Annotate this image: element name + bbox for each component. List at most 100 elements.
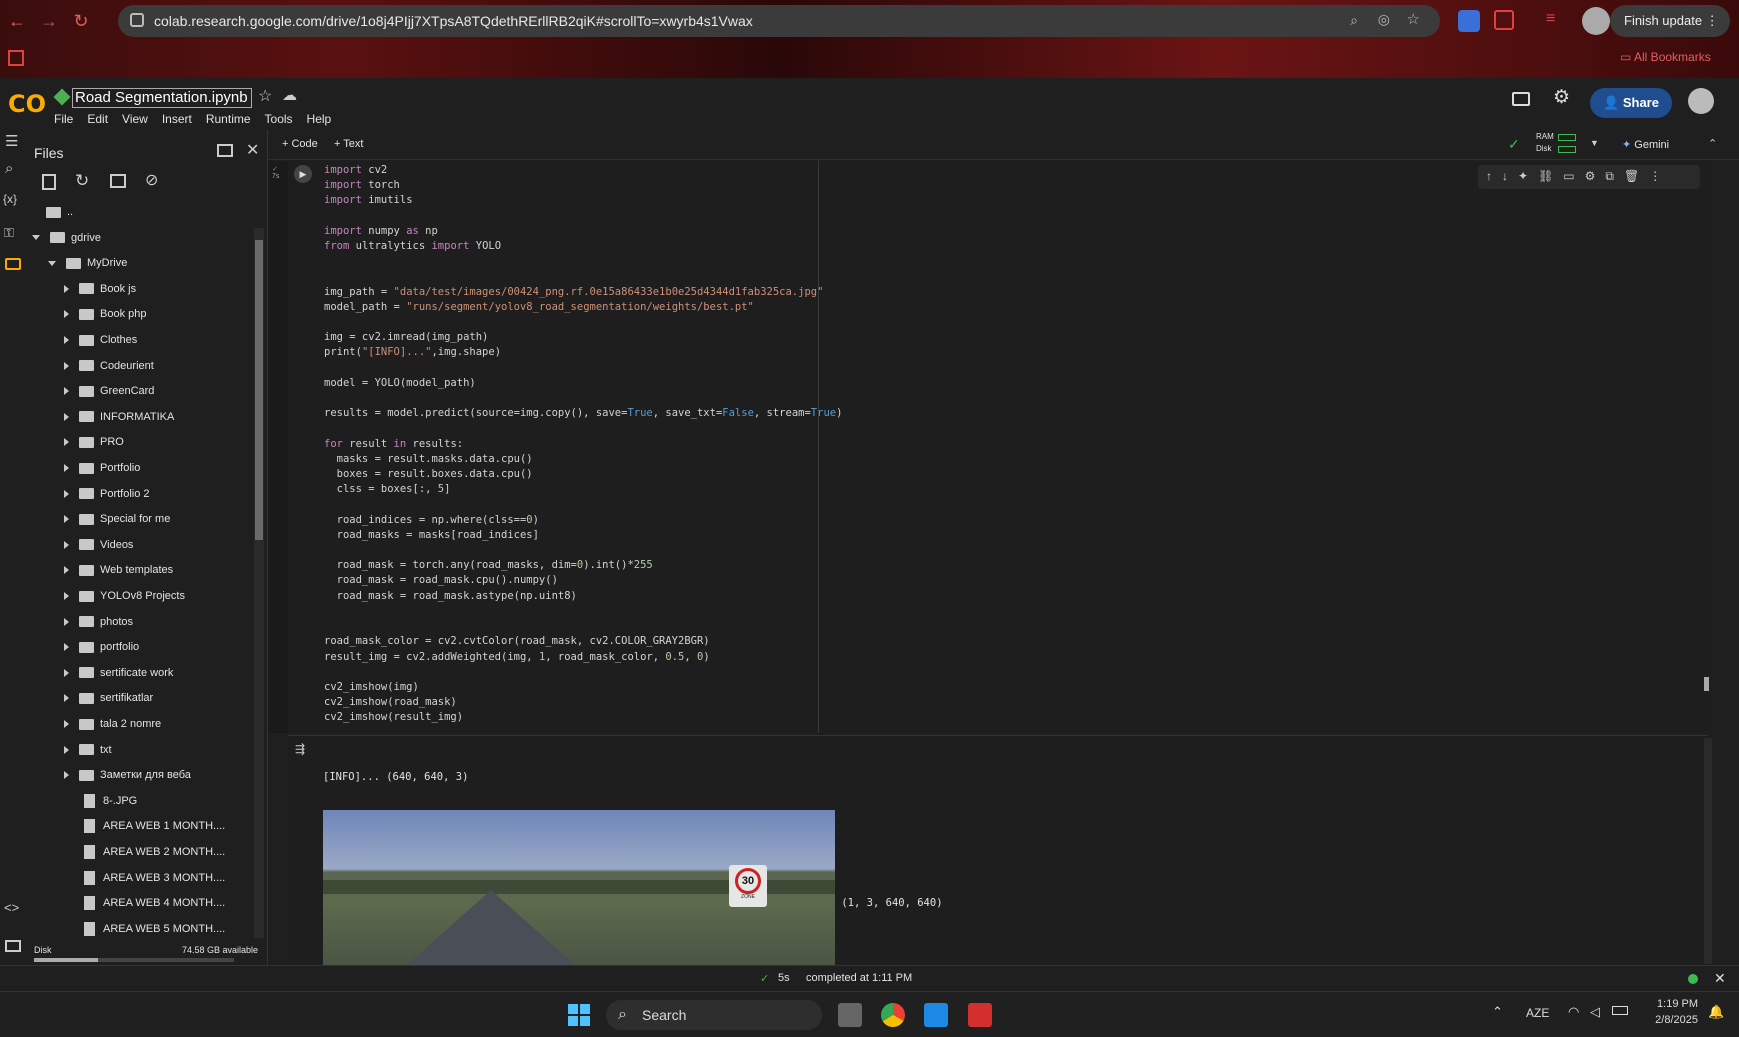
clock-time[interactable]: 1:19 PM (1650, 998, 1698, 1010)
taskbar-search[interactable]: ⌕ Search (606, 1000, 822, 1030)
folder-item[interactable]: Portfolio (64, 457, 140, 479)
close-icon[interactable]: ✕ (246, 140, 259, 160)
chevron-right-icon[interactable] (64, 412, 69, 421)
task-view-icon[interactable] (838, 1003, 862, 1027)
more-options-icon[interactable]: ⋮ (1649, 169, 1661, 185)
folder-item[interactable]: Portfolio 2 (64, 483, 150, 505)
back-icon[interactable]: ← (6, 10, 28, 32)
extension-icon[interactable] (1458, 10, 1480, 32)
file-item[interactable]: AREA WEB 4 MONTH.... (64, 892, 225, 914)
battery-icon[interactable] (1612, 1006, 1628, 1015)
language-indicator[interactable]: AZE (1526, 1006, 1549, 1020)
files-scroll-thumb[interactable] (255, 240, 263, 540)
volume-icon[interactable]: ◁ (1590, 1004, 1600, 1020)
ram-meter[interactable] (1558, 134, 1576, 141)
close-status-icon[interactable]: ✕ (1714, 970, 1726, 987)
chevron-right-icon[interactable] (64, 694, 69, 703)
address-bar[interactable]: colab.research.google.com/drive/1o8j4PIj… (118, 5, 1440, 37)
star-icon[interactable]: ☆ (1407, 10, 1420, 28)
gemini-sparkle-icon[interactable]: ✦ (1518, 169, 1528, 185)
folder-item[interactable]: Special for me (64, 508, 170, 530)
folder-item[interactable]: MyDrive (48, 252, 127, 274)
chevron-right-icon[interactable] (64, 617, 69, 626)
chevron-right-icon[interactable] (64, 592, 69, 600)
cell-settings-icon[interactable]: ⚙ (1585, 169, 1596, 185)
chevron-right-icon[interactable] (64, 284, 69, 293)
folder-item[interactable]: sertifikatlar (64, 687, 153, 709)
delete-icon[interactable]: 🗑 (1624, 169, 1639, 185)
folder-item[interactable]: INFORMATIKA (64, 406, 174, 428)
file-item[interactable]: AREA WEB 1 MONTH.... (64, 815, 225, 837)
chevron-right-icon[interactable] (64, 566, 69, 575)
chevron-down-icon[interactable] (32, 235, 40, 241)
site-info-icon[interactable] (130, 13, 144, 27)
chevron-right-icon[interactable] (64, 643, 69, 652)
menu-tools[interactable]: Tools (265, 112, 293, 126)
chevron-right-icon[interactable] (64, 668, 69, 677)
folder-item[interactable]: Book php (64, 303, 146, 325)
menu-help[interactable]: Help (307, 112, 332, 126)
code-editor[interactable]: import cv2 import torch import imutils i… (324, 163, 842, 726)
folder-item[interactable]: tala 2 nomre (64, 713, 161, 735)
file-item[interactable]: AREA WEB 5 MONTH.... (64, 918, 225, 940)
menu-edit[interactable]: Edit (87, 112, 108, 126)
cloud-icon[interactable]: ☁ (282, 86, 297, 104)
chevron-down-icon[interactable] (48, 260, 56, 266)
apps-grid-icon[interactable] (8, 50, 24, 66)
vscode-icon[interactable] (924, 1003, 948, 1027)
clock-date[interactable]: 2/8/2025 (1640, 1014, 1698, 1026)
folder-item[interactable]: Book js (64, 278, 136, 300)
file-item[interactable]: AREA WEB 2 MONTH.... (64, 841, 225, 863)
chevron-right-icon[interactable] (64, 489, 69, 498)
finish-update-button[interactable]: Finish update ⋮ (1610, 5, 1730, 37)
link-icon[interactable]: ⛓ (1538, 169, 1553, 185)
chevron-right-icon[interactable] (64, 745, 69, 754)
settings-gear-icon[interactable]: ⚙ (1553, 86, 1570, 109)
share-button[interactable]: 👤 Share (1590, 88, 1672, 118)
colab-logo[interactable]: CO (8, 90, 46, 118)
reload-icon[interactable]: ↻ (70, 10, 92, 32)
search-icon[interactable]: ⌕ (5, 160, 13, 177)
gemini-button[interactable]: ✦ Gemini (1622, 138, 1669, 151)
folder-item[interactable]: Codeurient (64, 355, 154, 377)
menu-runtime[interactable]: Runtime (206, 112, 251, 126)
table-of-contents-icon[interactable]: ☰ (5, 132, 18, 150)
chevron-right-icon[interactable] (64, 361, 69, 370)
open-new-tab-icon[interactable] (217, 144, 233, 157)
folder-item[interactable]: .. (46, 201, 73, 223)
profile-avatar[interactable] (1582, 7, 1610, 35)
zoom-icon[interactable]: ⌕ (1350, 12, 1358, 29)
folder-item[interactable]: portfolio (64, 636, 139, 658)
folder-item[interactable]: GreenCard (64, 380, 154, 402)
runtime-dropdown-icon[interactable]: ▼ (1590, 138, 1599, 148)
file-item[interactable]: 8-.JPG (64, 790, 137, 812)
folder-item[interactable]: Clothes (64, 329, 137, 351)
wifi-icon[interactable]: ◠ (1568, 1004, 1579, 1020)
secrets-key-icon[interactable]: ⚿ (4, 225, 14, 241)
move-down-icon[interactable]: ↓ (1502, 169, 1508, 185)
add-text-button[interactable]: + Text (334, 138, 363, 150)
eye-off-icon[interactable]: ◎ (1378, 11, 1390, 28)
folder-item[interactable]: sertificate work (64, 662, 173, 684)
folder-item[interactable]: Web templates (64, 559, 173, 581)
chevron-right-icon[interactable] (64, 771, 69, 780)
show-hidden-icons-icon[interactable]: ⌃ (1492, 1004, 1503, 1020)
file-item[interactable]: AREA WEB 3 MONTH.... (64, 867, 225, 889)
output-actions-icon[interactable]: ⇶ (295, 742, 305, 756)
disk-meter[interactable] (1558, 146, 1576, 153)
chevron-right-icon[interactable] (64, 438, 69, 447)
terminal-icon[interactable] (5, 940, 21, 952)
upload-file-icon[interactable] (42, 174, 56, 190)
chevron-right-icon[interactable] (64, 310, 69, 319)
notifications-bell-icon[interactable]: 🔔 (1708, 1004, 1724, 1020)
notebook-title-input[interactable]: Road Segmentation.ipynb (72, 88, 252, 108)
chevron-right-icon[interactable] (64, 464, 69, 472)
hide-files-icon[interactable]: ⊘ (145, 170, 158, 190)
folder-item[interactable]: PRO (64, 431, 124, 453)
comment-icon[interactable] (1512, 92, 1530, 106)
windows-start-icon[interactable] (568, 1004, 590, 1026)
mount-drive-icon[interactable] (110, 174, 126, 188)
chevron-right-icon[interactable] (64, 720, 69, 728)
variables-icon[interactable]: {x} (3, 192, 17, 206)
refresh-icon[interactable]: ↻ (75, 171, 89, 191)
